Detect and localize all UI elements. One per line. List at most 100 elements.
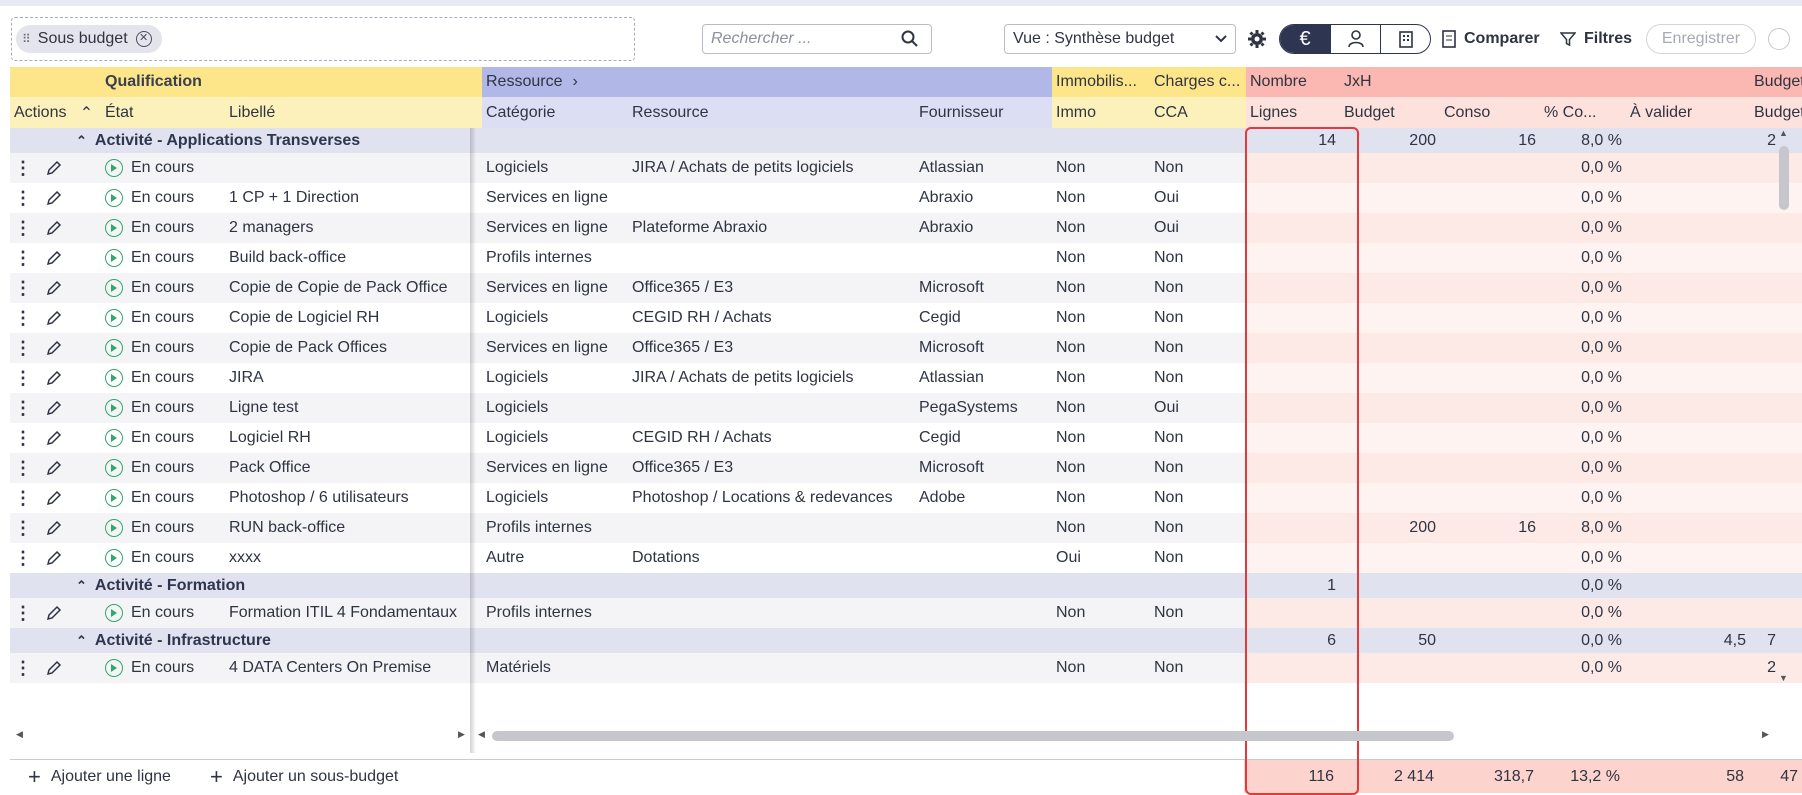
cell-fournisseur[interactable]: Microsoft [915, 333, 1052, 363]
filters-button[interactable]: Filtres [1560, 24, 1632, 54]
cell-categorie[interactable]: Logiciels [482, 153, 628, 183]
search-input[interactable] [711, 30, 901, 48]
more-actions-icon[interactable]: ⋮ [10, 423, 36, 453]
table-row[interactable]: ⋮ En cours JIRA Logiciels JIRA / Achats de p… [10, 363, 1802, 393]
more-actions-icon[interactable]: ⋮ [10, 153, 36, 183]
cell-immo[interactable]: Non [1052, 393, 1150, 423]
cell-budget[interactable] [1340, 273, 1440, 303]
edit-icon[interactable] [36, 483, 72, 513]
search-icon[interactable] [901, 30, 919, 48]
cell-budget[interactable] [1340, 543, 1440, 573]
status-cell[interactable]: En cours [101, 653, 225, 683]
status-cell[interactable]: En cours [101, 483, 225, 513]
cell-budget[interactable] [1340, 393, 1440, 423]
table-row[interactable]: ⋮ En cours 4 DATA Centers On Premise Matéri… [10, 653, 1802, 683]
people-mode-button[interactable] [1330, 25, 1380, 53]
edit-icon[interactable] [36, 273, 72, 303]
more-actions-icon[interactable]: ⋮ [10, 393, 36, 423]
cell-pct[interactable]: 0,0 % [1540, 453, 1626, 483]
cell-ressource[interactable]: JIRA / Achats de petits logiciels [628, 363, 915, 393]
chevron-up-icon[interactable]: ⌃ [76, 578, 87, 594]
group-row[interactable]: ⌃ Activité - Applications Transverses 14 20… [10, 128, 1802, 153]
cell-pct[interactable]: 0,0 % [1540, 423, 1626, 453]
status-cell[interactable]: En cours [101, 183, 225, 213]
edit-icon[interactable] [36, 423, 72, 453]
cell-ressource[interactable] [628, 653, 915, 683]
more-actions-icon[interactable]: ⋮ [10, 213, 36, 243]
more-actions-icon[interactable]: ⋮ [10, 183, 36, 213]
cell-categorie[interactable]: Services en ligne [482, 183, 628, 213]
more-actions-icon[interactable]: ⋮ [10, 653, 36, 683]
cell-pct[interactable]: 0,0 % [1540, 273, 1626, 303]
cell-conso[interactable] [1440, 423, 1540, 453]
more-actions-icon[interactable]: ⋮ [10, 333, 36, 363]
cell-budget[interactable] [1340, 598, 1440, 628]
table-row[interactable]: ⋮ En cours 2 managers Services en ligne Plat… [10, 213, 1802, 243]
cell-conso[interactable] [1440, 543, 1540, 573]
edit-icon[interactable] [36, 598, 72, 628]
status-cell[interactable]: En cours [101, 153, 225, 183]
cell-cca[interactable]: Non [1150, 423, 1246, 453]
cell-libelle[interactable]: Pack Office [225, 453, 482, 483]
cell-budget[interactable] [1340, 153, 1440, 183]
cell-libelle[interactable]: Copie de Logiciel RH [225, 303, 482, 333]
cell-libelle[interactable]: RUN back-office [225, 513, 482, 543]
group-row[interactable]: ⌃ Activité - Formation 1 0,0 % [10, 573, 1802, 598]
cell-categorie[interactable]: Logiciels [482, 423, 628, 453]
group-label[interactable]: ⌃ Activité - Infrastructure [72, 628, 470, 653]
cell-ressource[interactable] [628, 393, 915, 423]
col-a-valider[interactable]: À valider [1626, 97, 1750, 128]
cell-pct[interactable]: 0,0 % [1540, 393, 1626, 423]
table-row[interactable]: ⋮ En cours Logiciels JIRA / Achats de petit… [10, 153, 1802, 183]
cell-immo[interactable]: Non [1052, 598, 1150, 628]
add-line-button[interactable]: + Ajouter une ligne [28, 760, 171, 793]
cell-libelle[interactable]: Build back-office [225, 243, 482, 273]
edit-icon[interactable] [36, 333, 72, 363]
more-actions-icon[interactable]: ⋮ [10, 483, 36, 513]
cell-immo[interactable]: Non [1052, 273, 1150, 303]
cell-pct[interactable]: 0,0 % [1540, 183, 1626, 213]
cell-budget[interactable] [1340, 213, 1440, 243]
cell-libelle[interactable]: Copie de Pack Offices [225, 333, 482, 363]
cell-cca[interactable]: Oui [1150, 213, 1246, 243]
cell-conso[interactable] [1440, 363, 1540, 393]
horizontal-scroll-thumb[interactable] [492, 731, 1454, 741]
edit-icon[interactable] [36, 303, 72, 333]
cell-cca[interactable]: Non [1150, 453, 1246, 483]
vertical-scrollbar[interactable]: ▲ ▼ [1776, 128, 1792, 683]
cell-pct[interactable]: 0,0 % [1540, 653, 1626, 683]
more-actions-icon[interactable]: ⋮ [10, 243, 36, 273]
cell-libelle[interactable]: 2 managers [225, 213, 482, 243]
cell-conso[interactable] [1440, 333, 1540, 363]
table-row[interactable]: ⋮ En cours Photoshop / 6 utilisateurs Logic… [10, 483, 1802, 513]
table-row[interactable]: ⋮ En cours Copie de Pack Offices Services e… [10, 333, 1802, 363]
table-row[interactable]: ⋮ En cours Logiciel RH Logiciels CEGID RH / … [10, 423, 1802, 453]
cell-ressource[interactable]: Plateforme Abraxio [628, 213, 915, 243]
cell-pct[interactable]: 8,0 % [1540, 513, 1626, 543]
cell-ressource[interactable] [628, 513, 915, 543]
cell-cca[interactable]: Non [1150, 363, 1246, 393]
cell-categorie[interactable]: Profils internes [482, 513, 628, 543]
cell-fournisseur[interactable]: Cegid [915, 423, 1052, 453]
table-row[interactable]: ⋮ En cours 1 CP + 1 Direction Services en l… [10, 183, 1802, 213]
table-row[interactable]: ⋮ En cours Ligne test Logiciels PegaSystems N… [10, 393, 1802, 423]
col-etat[interactable]: État [101, 97, 225, 128]
cell-immo[interactable]: Non [1052, 423, 1150, 453]
cell-conso[interactable] [1440, 213, 1540, 243]
cell-cca[interactable]: Non [1150, 303, 1246, 333]
cell-fournisseur[interactable] [915, 598, 1052, 628]
cell-immo[interactable]: Oui [1052, 543, 1150, 573]
scroll-right-icon[interactable]: ▶ [1762, 729, 1769, 740]
cell-immo[interactable]: Non [1052, 243, 1150, 273]
grouping-dropzone[interactable]: ⠿ Sous budget ✕ [11, 17, 635, 61]
cell-immo[interactable]: Non [1052, 453, 1150, 483]
cell-budget[interactable] [1340, 453, 1440, 483]
edit-icon[interactable] [36, 513, 72, 543]
edit-icon[interactable] [36, 543, 72, 573]
edit-icon[interactable] [36, 453, 72, 483]
cell-ressource[interactable]: CEGID RH / Achats [628, 303, 915, 333]
euro-mode-button[interactable]: € [1280, 25, 1330, 53]
more-actions-icon[interactable]: ⋮ [10, 303, 36, 333]
cell-libelle[interactable]: xxxx [225, 543, 482, 573]
edit-icon[interactable] [36, 183, 72, 213]
